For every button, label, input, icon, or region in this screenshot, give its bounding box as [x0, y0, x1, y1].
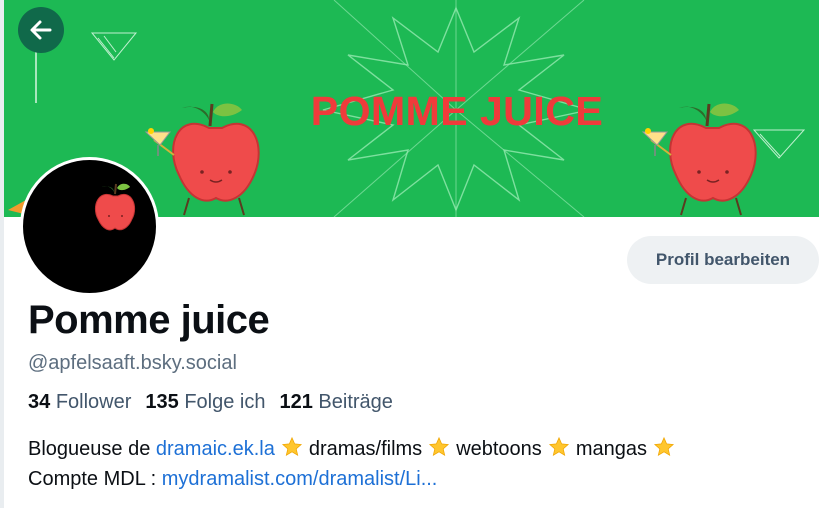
following-stat[interactable]: 135 Folge ich: [145, 391, 265, 414]
display-name: Pomme juice: [28, 298, 270, 342]
posts-label: Beiträge: [318, 391, 393, 413]
avatar[interactable]: [20, 157, 159, 296]
star-icon: [653, 436, 675, 457]
profile-bio: Blogueuse de dramaic.ek.la dramas/films we…: [28, 434, 819, 494]
bio-mdl-prefix: Compte MDL :: [28, 468, 157, 490]
bio-item-dramas: dramas/films: [308, 438, 423, 460]
apple-icon: [94, 183, 136, 231]
bio-line-1: Blogueuse de dramaic.ek.la dramas/films we…: [28, 434, 819, 464]
arrow-left-icon: [30, 20, 52, 40]
bio-item-webtoons: webtoons: [456, 438, 542, 460]
profile-stats: 34 Follower 135 Folge ich 121 Beiträge: [28, 391, 401, 414]
star-icon: [281, 436, 302, 457]
followers-count: 34: [28, 391, 51, 413]
star-icon: [429, 436, 450, 457]
apple-mascot-icon-right: [641, 103, 757, 216]
bio-line-2: Compte MDL : mydramalist.com/dramalist/L…: [28, 464, 819, 494]
blog-link[interactable]: dramaic.ek.la: [156, 438, 275, 460]
bio-prefix: Blogueuse de: [28, 438, 151, 460]
followers-stat[interactable]: 34 Follower: [28, 391, 131, 414]
posts-count: 121: [279, 391, 313, 413]
profile-handle: @apfelsaaft.bsky.social: [28, 352, 237, 374]
bio-item-mangas: mangas: [575, 438, 647, 460]
banner-title: POMME JUICE: [310, 88, 604, 134]
mydramalist-link[interactable]: mydramalist.com/dramalist/Li...: [162, 468, 438, 490]
star-icon: [548, 436, 569, 457]
apple-mascot-icon-left: [144, 103, 260, 216]
edit-profile-button[interactable]: Profil bearbeiten: [627, 236, 819, 284]
followers-label: Follower: [55, 391, 132, 413]
back-button[interactable]: [18, 7, 64, 53]
following-count: 135: [145, 391, 179, 413]
following-label: Folge ich: [184, 391, 266, 413]
posts-stat: 121 Beiträge: [279, 391, 392, 414]
